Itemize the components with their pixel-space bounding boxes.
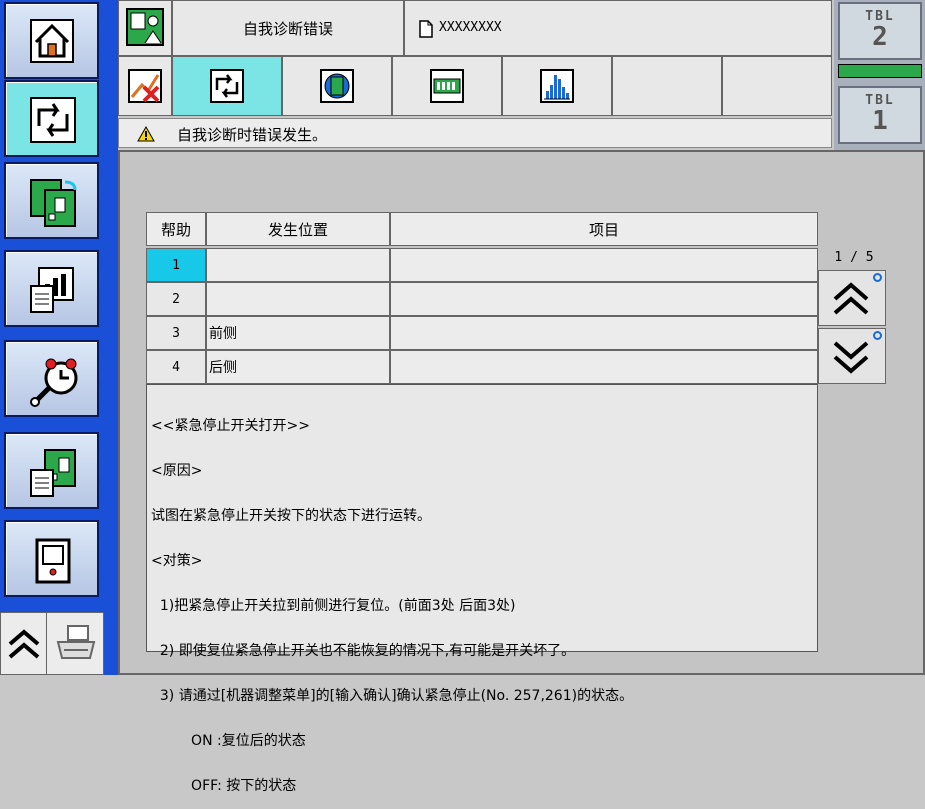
row-2-help-button[interactable]: 2 bbox=[146, 282, 206, 316]
io-panel-icon bbox=[430, 69, 464, 103]
board-icon bbox=[320, 69, 354, 103]
row-2-location[interactable] bbox=[206, 282, 390, 316]
sidebar-item-machine[interactable] bbox=[4, 520, 99, 597]
tbl-2-button[interactable]: TBL 2 bbox=[838, 2, 922, 60]
alarm-maintenance-icon bbox=[30, 358, 78, 407]
row-4-item[interactable] bbox=[390, 350, 818, 384]
row-3-help-button[interactable]: 3 bbox=[146, 316, 206, 350]
home-icon bbox=[30, 19, 74, 63]
tbl-indicator bbox=[838, 64, 922, 78]
operator-board-icon bbox=[126, 8, 164, 46]
scroll-up-button[interactable] bbox=[818, 270, 886, 326]
double-chevron-up-icon bbox=[8, 629, 40, 659]
tab-empty-2[interactable] bbox=[722, 56, 832, 116]
screen-icon-cell bbox=[118, 0, 172, 56]
tab-empty-1[interactable] bbox=[612, 56, 722, 116]
print-button[interactable] bbox=[47, 613, 105, 675]
tab-cycle[interactable] bbox=[172, 56, 282, 116]
help-line: OFF: 按下的状态 bbox=[151, 778, 297, 794]
error-graph-icon bbox=[128, 69, 162, 103]
page-up-button[interactable] bbox=[1, 613, 47, 675]
row-4-location[interactable]: 后侧 bbox=[206, 350, 390, 384]
page-title: 自我诊断错误 bbox=[172, 0, 404, 56]
board-copy-icon bbox=[30, 179, 77, 227]
row-1-location[interactable] bbox=[206, 248, 390, 282]
tab-io-panel[interactable] bbox=[392, 56, 502, 116]
histogram-icon bbox=[540, 69, 574, 103]
sidebar-item-home[interactable] bbox=[4, 2, 99, 79]
page-indicator: 1 / 5 bbox=[834, 250, 874, 265]
sidebar-bottom-bar bbox=[0, 612, 104, 675]
scroll-down-button[interactable] bbox=[818, 328, 886, 384]
message-bar: 自我诊断时错误发生。 bbox=[118, 118, 832, 148]
help-line: 3) 请通过[机器调整菜单]的[输入确认]确认紧急停止(No. 257,261)… bbox=[151, 688, 634, 704]
machine-icon bbox=[35, 538, 71, 584]
sidebar-item-board-copy[interactable] bbox=[4, 162, 99, 239]
row-4-help-button[interactable]: 4 bbox=[146, 350, 206, 384]
row-3-location[interactable]: 前侧 bbox=[206, 316, 390, 350]
tab-board[interactable] bbox=[282, 56, 392, 116]
help-line: <原因> bbox=[151, 463, 203, 479]
help-line: <<紧急停止开关打开>> bbox=[151, 418, 310, 434]
tbl-2-number: 2 bbox=[872, 22, 888, 52]
warning-icon bbox=[137, 126, 155, 142]
sidebar-item-report[interactable] bbox=[4, 250, 99, 327]
repeat-indicator-icon bbox=[873, 273, 882, 282]
col-header-item: 项目 bbox=[390, 212, 818, 246]
tab-error-graph[interactable] bbox=[118, 56, 172, 116]
help-line: 2) 即使复位紧急停止开关也不能恢复的情况下,有可能是开关坏了。 bbox=[151, 643, 576, 659]
file-name: XXXXXXXX bbox=[439, 20, 502, 35]
sidebar bbox=[0, 0, 118, 675]
row-1-help-button[interactable]: 1 bbox=[146, 248, 206, 282]
sidebar-item-board-document[interactable] bbox=[4, 432, 99, 509]
message-text: 自我诊断时错误发生。 bbox=[177, 126, 328, 144]
cycle-icon bbox=[210, 69, 244, 103]
help-line: 试图在紧急停止开关按下的状态下进行运转。 bbox=[151, 508, 431, 524]
file-name-cell: XXXXXXXX bbox=[404, 0, 832, 56]
cycle-icon bbox=[30, 97, 76, 143]
board-document-icon bbox=[30, 449, 76, 497]
repeat-indicator-icon bbox=[873, 331, 882, 340]
printer-icon bbox=[56, 625, 96, 659]
help-line: <对策> bbox=[151, 553, 203, 569]
file-icon bbox=[419, 20, 433, 38]
row-1-item[interactable] bbox=[390, 248, 818, 282]
tbl-1-button[interactable]: TBL 1 bbox=[838, 86, 922, 144]
row-2-item[interactable] bbox=[390, 282, 818, 316]
report-chart-icon bbox=[30, 267, 74, 313]
help-text-box: <<紧急停止开关打开>> <原因> 试图在紧急停止开关按下的状态下进行运转。 <… bbox=[146, 384, 818, 794]
col-header-help: 帮助 bbox=[146, 212, 206, 246]
sidebar-item-cycle[interactable] bbox=[4, 80, 99, 157]
sidebar-item-maintenance[interactable] bbox=[4, 340, 99, 417]
tbl-panel: TBL 2 TBL 1 bbox=[834, 0, 925, 150]
tab-histogram[interactable] bbox=[502, 56, 612, 116]
help-line: ON :复位后的状态 bbox=[151, 733, 306, 749]
double-chevron-up-icon bbox=[833, 282, 869, 315]
row-3-item[interactable] bbox=[390, 316, 818, 350]
help-line: 1)把紧急停止开关拉到前侧进行复位。(前面3处 后面3处) bbox=[151, 598, 516, 614]
double-chevron-down-icon bbox=[833, 341, 869, 374]
tbl-1-number: 1 bbox=[872, 106, 888, 136]
col-header-location: 发生位置 bbox=[206, 212, 390, 246]
